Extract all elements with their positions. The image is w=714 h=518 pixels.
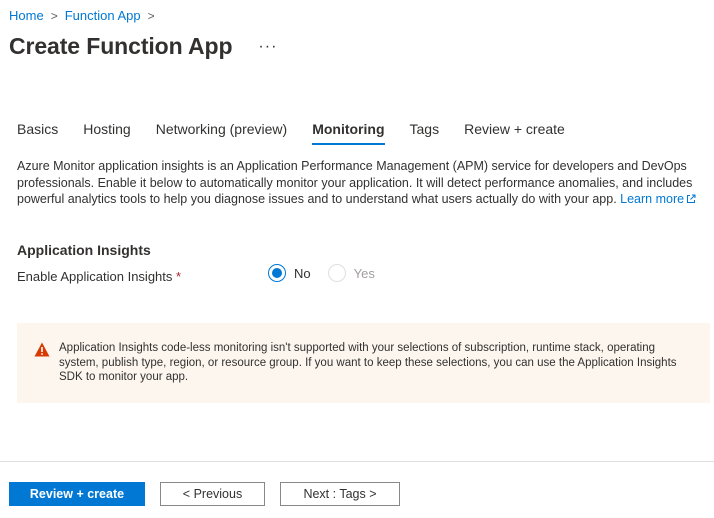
page-title: Create Function App bbox=[9, 33, 233, 59]
warning-banner: Application Insights code-less monitorin… bbox=[17, 323, 710, 403]
more-options-icon[interactable]: ··· bbox=[258, 38, 277, 54]
radio-circle bbox=[268, 264, 286, 282]
tab-networking[interactable]: Networking (preview) bbox=[156, 118, 287, 145]
monitoring-description: Azure Monitor application insights is an… bbox=[17, 158, 697, 208]
tab-monitoring[interactable]: Monitoring bbox=[312, 118, 385, 145]
breadcrumb-separator: > bbox=[50, 8, 58, 23]
section-heading: Application Insights bbox=[17, 242, 151, 258]
breadcrumb: Home > Function App > bbox=[9, 8, 162, 23]
warning-icon bbox=[34, 342, 50, 357]
tab-tags[interactable]: Tags bbox=[410, 118, 440, 145]
warning-text: Application Insights code-less monitorin… bbox=[59, 342, 677, 383]
enable-app-insights-radio-group: No Yes bbox=[268, 264, 392, 282]
review-create-button[interactable]: Review + create bbox=[9, 482, 145, 506]
title-row: Create Function App ··· bbox=[9, 33, 277, 60]
radio-yes[interactable]: Yes bbox=[327, 264, 375, 282]
radio-no-label: No bbox=[294, 265, 311, 281]
required-indicator: * bbox=[176, 269, 182, 284]
tab-hosting[interactable]: Hosting bbox=[83, 118, 130, 145]
breadcrumb-home-link[interactable]: Home bbox=[9, 8, 44, 23]
radio-yes-label: Yes bbox=[353, 265, 375, 281]
enable-app-insights-label: Enable Application Insights * bbox=[17, 269, 181, 284]
external-link-icon bbox=[687, 194, 696, 203]
breadcrumb-separator: > bbox=[147, 8, 155, 23]
learn-more-label: Learn more bbox=[620, 192, 685, 206]
tab-review-create[interactable]: Review + create bbox=[464, 118, 565, 145]
description-text: Azure Monitor application insights is an… bbox=[17, 159, 693, 206]
learn-more-link[interactable]: Learn more bbox=[620, 192, 696, 206]
field-label-text: Enable Application Insights bbox=[17, 269, 173, 284]
radio-no[interactable]: No bbox=[268, 264, 311, 282]
breadcrumb-function-app-link[interactable]: Function App bbox=[65, 8, 141, 23]
next-tags-button[interactable]: Next : Tags > bbox=[280, 482, 400, 506]
wizard-tabs: Basics Hosting Networking (preview) Moni… bbox=[17, 118, 590, 145]
tab-basics[interactable]: Basics bbox=[17, 118, 58, 145]
footer-divider bbox=[0, 461, 714, 462]
radio-dot bbox=[272, 268, 282, 278]
radio-circle bbox=[327, 264, 346, 282]
previous-button[interactable]: < Previous bbox=[160, 482, 265, 506]
